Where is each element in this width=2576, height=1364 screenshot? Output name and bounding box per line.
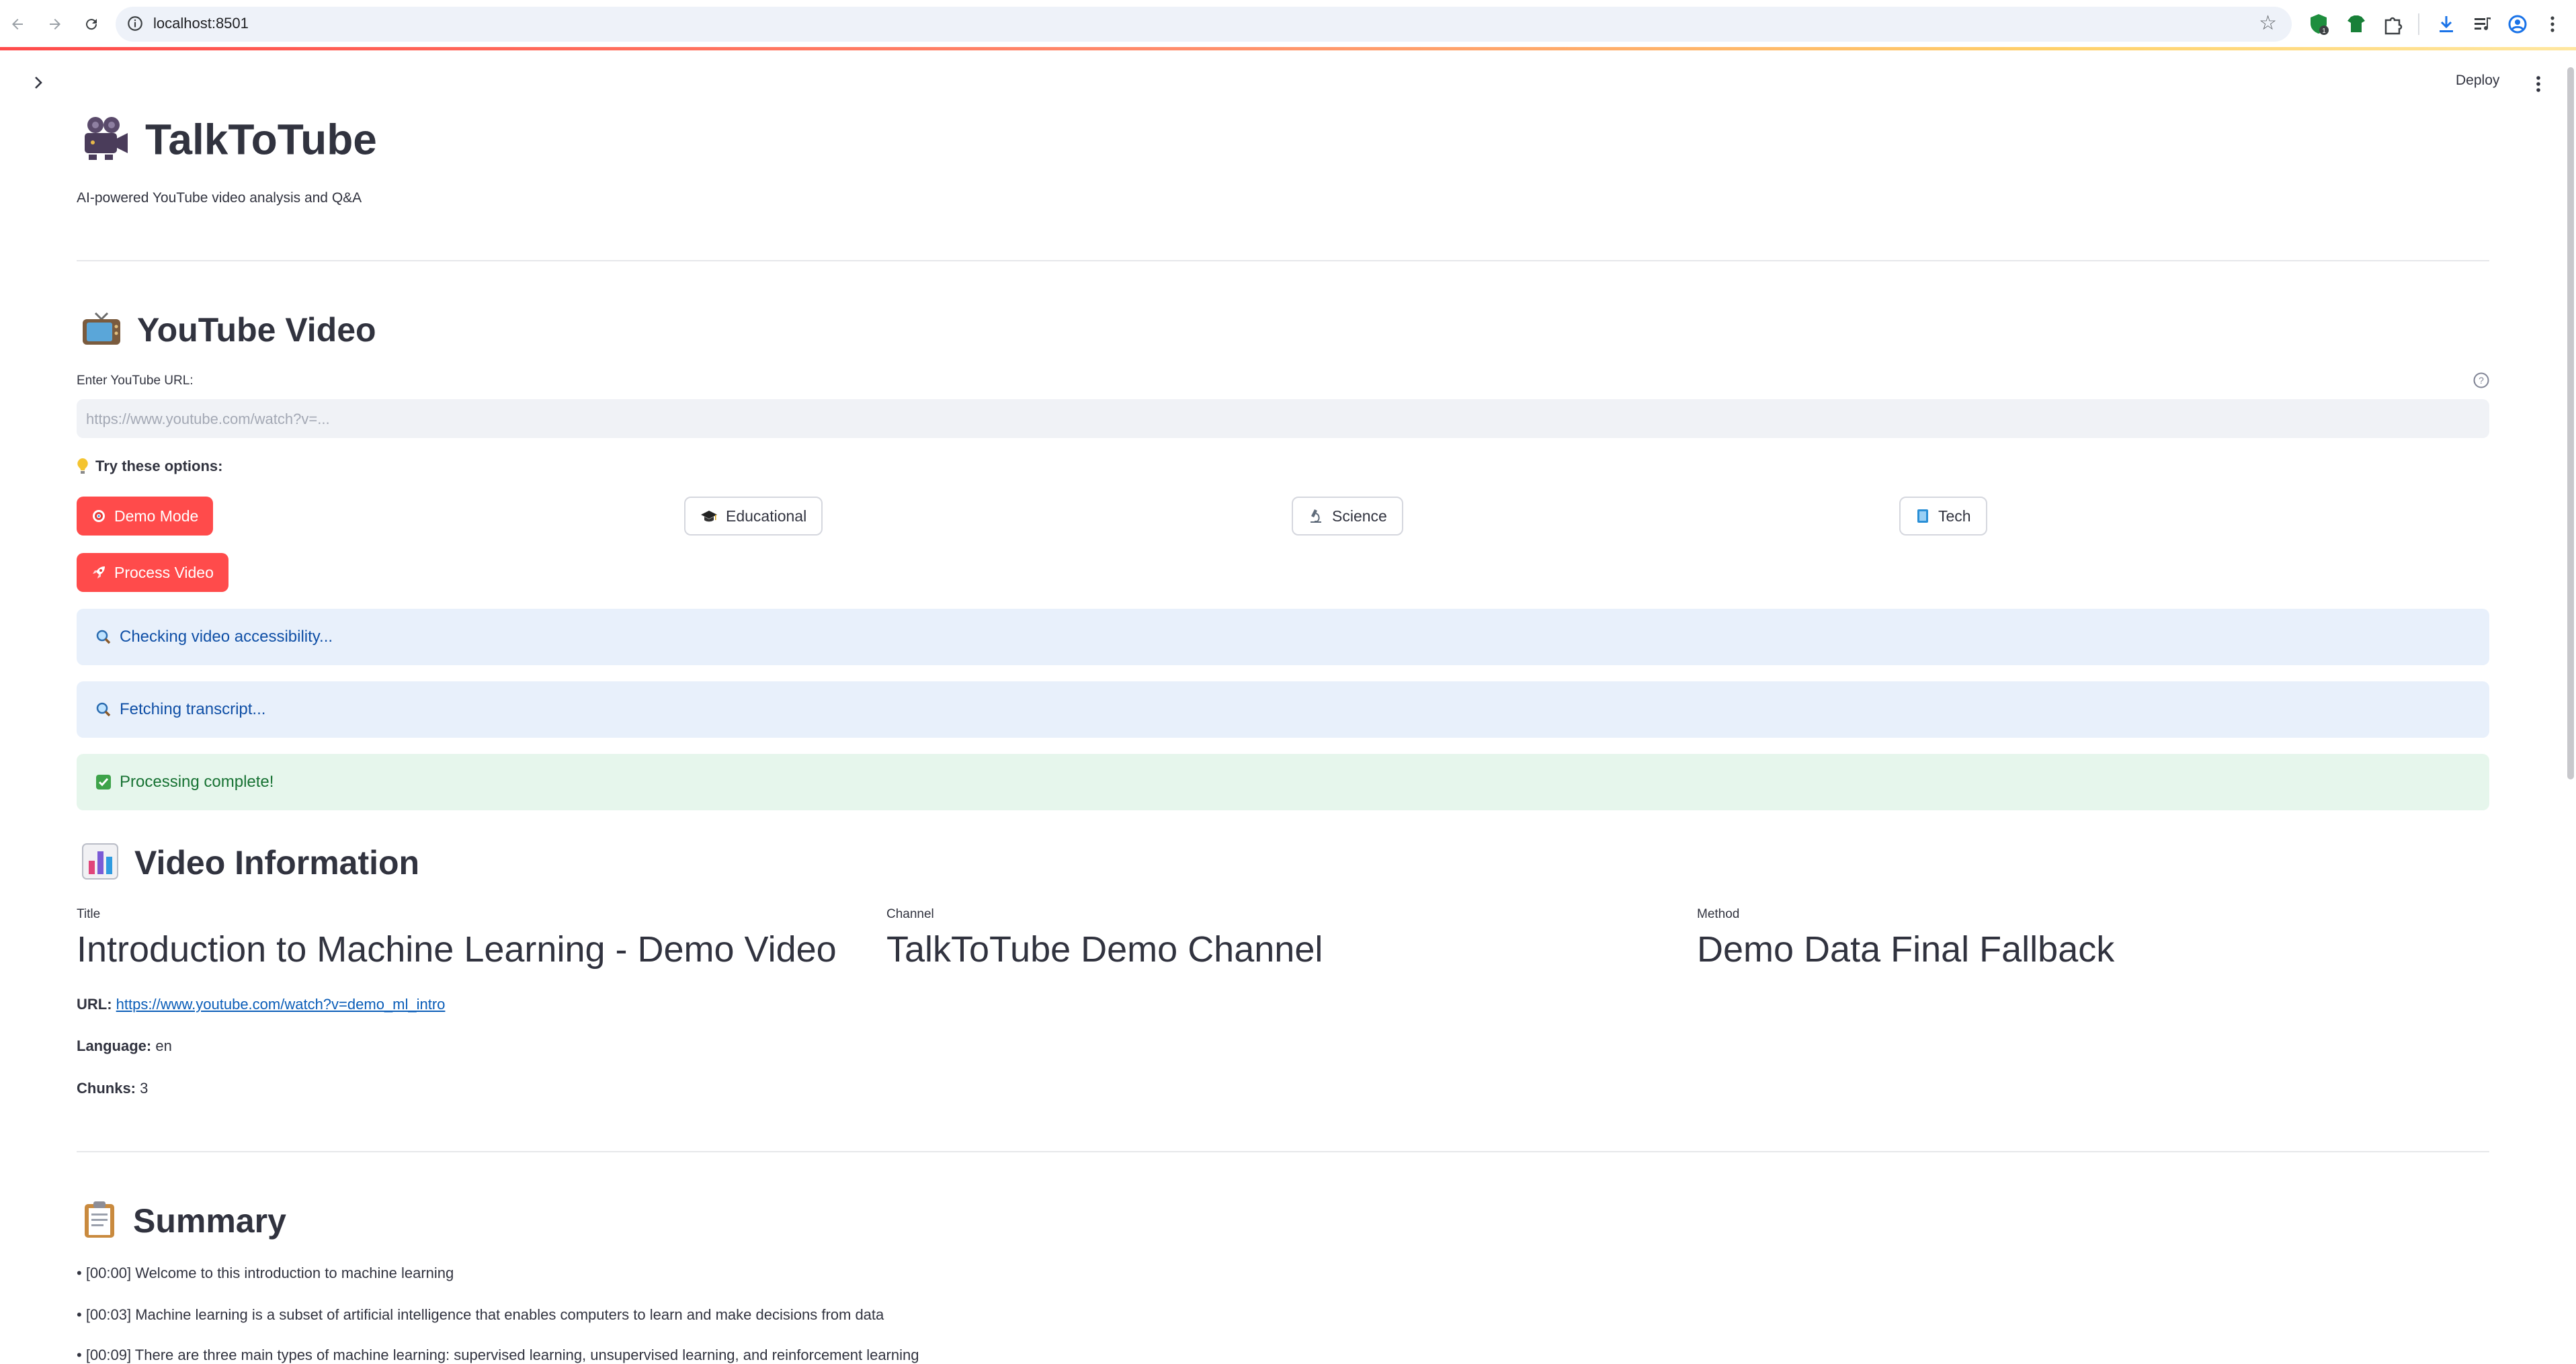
check-mark-icon (95, 774, 112, 790)
divider (77, 260, 2489, 261)
extensions-puzzle-icon[interactable] (2380, 12, 2405, 36)
summary-item: • [00:00] Welcome to this introduction t… (77, 1265, 454, 1281)
browser-toolbar: localhost:8501 ☆ 1 (0, 0, 2576, 48)
status-alert-info: Fetching transcript... (77, 681, 2489, 738)
reload-icon[interactable] (78, 11, 105, 38)
educational-button[interactable]: Educational (684, 497, 823, 536)
status-alert-info: Checking video accessibility... (77, 609, 2489, 665)
extension-shirt-icon[interactable] (2344, 12, 2368, 36)
metric-method-value: Demo Data Final Fallback (1697, 929, 2115, 970)
page-title: TalkToTube (81, 114, 377, 171)
summary-item: • [00:09] There are three main types of … (77, 1347, 919, 1363)
summary-heading: Summary (81, 1200, 286, 1247)
summary-item: • [00:03] Machine learning is a subset o… (77, 1306, 884, 1323)
magnifier-icon (95, 629, 112, 645)
metric-method-label: Method (1697, 907, 1740, 921)
target-icon (91, 509, 106, 523)
video-info-title: Video Information (134, 844, 420, 882)
youtube-url-input[interactable]: https://www.youtube.com/watch?v=... (77, 399, 2489, 438)
video-url-line: URL: https://www.youtube.com/watch?v=dem… (77, 996, 446, 1013)
metric-channel-label: Channel (886, 907, 934, 921)
demo-mode-button[interactable]: Demo Mode (77, 497, 214, 536)
profile-icon[interactable] (2505, 12, 2530, 36)
toolbar-divider (2418, 13, 2419, 35)
url-input-label: Enter YouTube URL: (77, 374, 194, 388)
video-info-heading: Video Information (81, 842, 419, 889)
book-icon (1915, 508, 1930, 524)
sidebar-expand-icon[interactable] (28, 73, 48, 93)
magnifier-icon (95, 701, 112, 718)
app-title-text: TalkToTube (145, 115, 377, 164)
site-info-icon[interactable] (126, 15, 144, 32)
metric-title-value: Introduction to Machine Learning - Demo … (77, 929, 837, 970)
page-scrollbar[interactable] (2567, 67, 2574, 779)
language-value: en (155, 1037, 172, 1054)
television-icon (81, 309, 122, 356)
clipboard-icon (81, 1200, 118, 1247)
tech-button[interactable]: Tech (1899, 497, 1987, 536)
chunks-value: 3 (140, 1080, 149, 1097)
options-label: Try these options: (77, 458, 222, 475)
app-menu-icon[interactable] (2528, 73, 2548, 95)
bar-chart-icon (81, 842, 120, 889)
video-url-link[interactable]: https://www.youtube.com/watch?v=demo_ml_… (116, 996, 446, 1013)
media-queue-icon[interactable] (2470, 12, 2495, 36)
science-button[interactable]: Science (1292, 497, 1403, 536)
url-input-placeholder: https://www.youtube.com/watch?v=... (86, 411, 330, 427)
download-icon[interactable] (2434, 12, 2458, 36)
process-video-button[interactable]: Process Video (77, 553, 228, 592)
summary-title: Summary (133, 1202, 286, 1240)
rocket-icon (91, 565, 106, 580)
app-subtitle: AI-powered YouTube video analysis and Q&… (77, 190, 362, 206)
help-icon[interactable]: ? (2473, 372, 2490, 389)
bookmark-star-icon[interactable]: ☆ (2259, 13, 2277, 34)
address-url[interactable]: localhost:8501 (153, 15, 249, 32)
lightbulb-icon (77, 458, 89, 475)
svg-text:?: ? (2479, 375, 2484, 386)
back-icon[interactable] (4, 11, 31, 38)
microscope-icon (1308, 508, 1324, 524)
graduation-cap-icon (700, 509, 718, 523)
forward-icon[interactable] (42, 11, 69, 38)
extension-shield-icon[interactable]: 1 (2307, 12, 2331, 36)
extension-badge: 1 (2322, 28, 2326, 35)
deploy-button[interactable]: Deploy (2456, 73, 2499, 89)
address-bar[interactable]: localhost:8501 ☆ (116, 7, 2292, 42)
divider (77, 1151, 2489, 1152)
browser-menu-icon[interactable] (2540, 12, 2565, 36)
youtube-section-heading: YouTube Video (81, 309, 376, 356)
app-header-decoration (0, 47, 2576, 50)
chunks-line: Chunks: 3 (77, 1080, 149, 1097)
metric-channel-value: TalkToTube Demo Channel (886, 929, 1323, 970)
movie-camera-icon (81, 114, 130, 171)
metric-title-label: Title (77, 907, 101, 921)
status-alert-success: Processing complete! (77, 754, 2489, 810)
youtube-section-title: YouTube Video (137, 311, 376, 349)
language-line: Language: en (77, 1037, 172, 1054)
